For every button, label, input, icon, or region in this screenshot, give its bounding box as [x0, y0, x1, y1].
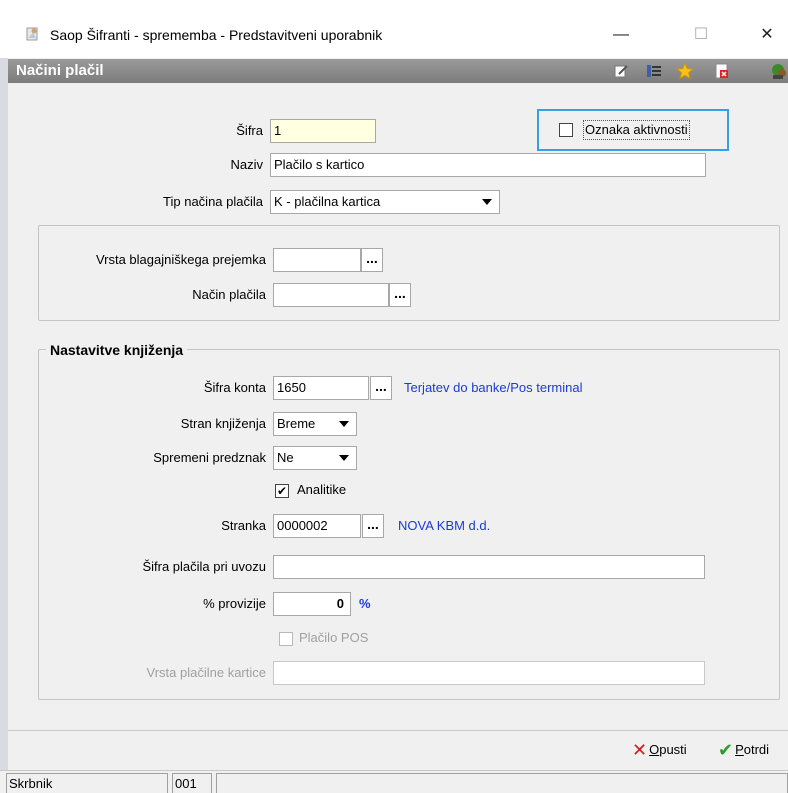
nacin-placila-input[interactable] — [273, 283, 389, 307]
opusti-label: pusti — [659, 742, 687, 757]
provizije-input[interactable]: 0 — [273, 592, 351, 616]
close-button[interactable]: ✕ — [744, 20, 788, 50]
form-header: Načini plačil — [8, 59, 788, 83]
tip-nacina-placila-label: Tip načina plačila — [163, 194, 263, 209]
left-border — [0, 58, 8, 792]
spremeni-predznak-label: Spremeni predznak — [153, 450, 266, 465]
maximize-button[interactable]: ☐ — [678, 20, 724, 50]
sifra-konta-input[interactable]: 1650 — [273, 376, 369, 400]
opusti-button[interactable]: ✕ Opusti — [632, 738, 687, 762]
oznaka-aktivnosti-label[interactable]: Oznaka aktivnosti — [583, 120, 690, 140]
sifra-placila-pri-uvozu-label: Šifra plačila pri uvozu — [142, 559, 266, 574]
app-icon — [26, 27, 38, 41]
opusti-accesskey: O — [649, 742, 660, 757]
window-title: Saop Šifranti - sprememba - Predstavitve… — [50, 27, 383, 43]
vrsta-blagajniskega-prejemka-browse-button[interactable]: ... — [361, 248, 383, 272]
status-bar: Skrbnik 001 — [0, 770, 788, 793]
tip-nacina-placila-value: K - plačilna kartica — [274, 194, 381, 209]
form-title: Načini plačil — [16, 62, 104, 79]
sifra-konta-description: Terjatev do banke/Pos terminal — [404, 380, 583, 395]
nastavitve-knjizenja-title: Nastavitve knjiženja — [46, 341, 188, 359]
potrdi-accesskey: P — [735, 742, 744, 757]
stranka-description: NOVA KBM d.d. — [398, 518, 491, 533]
potrdi-button[interactable]: ✔ Potrdi — [718, 738, 769, 762]
spremeni-predznak-value: Ne — [277, 450, 294, 465]
status-message — [216, 773, 788, 793]
minimize-button[interactable]: — — [598, 20, 644, 50]
cancel-icon: ✕ — [632, 740, 648, 760]
potrdi-label: otrdi — [743, 742, 770, 757]
delete-icon[interactable] — [713, 62, 731, 80]
sifra-konta-label: Šifra konta — [203, 380, 266, 395]
status-code: 001 — [172, 773, 212, 793]
confirm-icon: ✔ — [718, 740, 734, 760]
placilo-pos-checkbox — [279, 632, 293, 646]
footer-divider — [8, 730, 788, 731]
stran-knjizenja-label: Stran knjiženja — [180, 416, 266, 431]
vrsta-blagajniskega-prejemka-input[interactable] — [273, 248, 361, 272]
placilo-pos-label: Plačilo POS — [299, 630, 369, 645]
stranka-label: Stranka — [221, 518, 266, 533]
stran-knjizenja-value: Breme — [277, 416, 316, 431]
naziv-input[interactable]: Plačilo s kartico — [270, 153, 706, 177]
oznaka-aktivnosti-frame: Oznaka aktivnosti — [537, 109, 729, 151]
nacin-placila-browse-button[interactable]: ... — [389, 283, 411, 307]
sifra-label: Šifra — [236, 123, 263, 138]
chevron-down-icon[interactable] — [334, 448, 354, 468]
exit-icon[interactable] — [770, 62, 788, 80]
vrsta-placilne-kartice-label: Vrsta plačilne kartice — [146, 665, 266, 680]
oznaka-aktivnosti-checkbox[interactable] — [559, 123, 573, 137]
vrsta-placilne-kartice-input — [273, 661, 705, 685]
nacin-placila-label: Način plačila — [192, 287, 266, 302]
stranka-browse-button[interactable]: ... — [362, 514, 384, 538]
analitike-label: Analitike — [297, 482, 347, 497]
vrsta-blagajniskega-prejemka-label: Vrsta blagajniškega prejemka — [95, 252, 266, 267]
chevron-down-icon[interactable] — [477, 192, 497, 212]
provizije-unit: % — [359, 596, 371, 611]
star-icon[interactable] — [676, 62, 694, 80]
analitike-checkbox[interactable]: ✔ — [275, 484, 289, 498]
tip-nacina-placila-select[interactable]: K - plačilna kartica — [270, 190, 500, 214]
provizije-label: % provizije — [203, 596, 266, 611]
window-title-bar[interactable]: Saop Šifranti - sprememba - Predstavitve… — [0, 0, 788, 58]
sifra-input[interactable]: 1 — [270, 119, 376, 143]
chevron-down-icon[interactable] — [334, 414, 354, 434]
sifra-placila-pri-uvozu-input[interactable] — [273, 555, 705, 579]
status-user: Skrbnik — [6, 773, 168, 793]
naziv-label: Naziv — [230, 157, 263, 172]
sifra-konta-browse-button[interactable]: ... — [370, 376, 392, 400]
edit-icon[interactable] — [612, 62, 630, 80]
list-icon[interactable] — [645, 62, 663, 80]
stranka-input[interactable]: 0000002 — [273, 514, 361, 538]
